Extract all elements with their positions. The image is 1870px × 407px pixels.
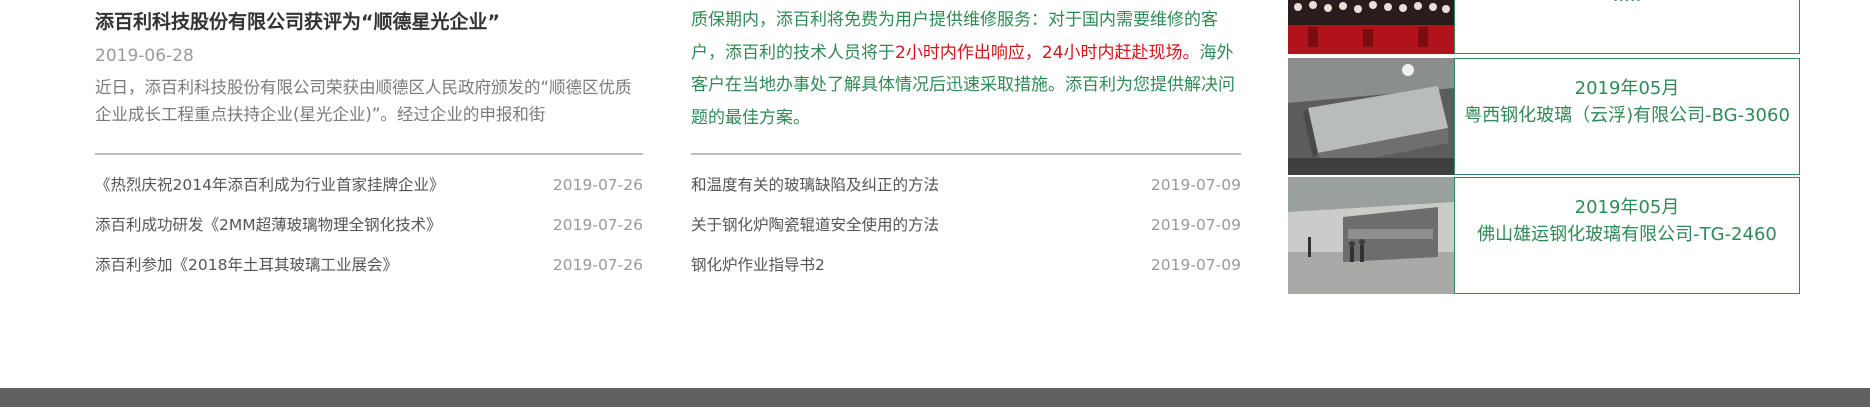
- factory-furnace-photo[interactable]: [1288, 58, 1454, 175]
- news-item-date: 2019-07-26: [552, 216, 643, 234]
- case-name[interactable]: 粤西钢化玻璃（云浮)有限公司-BG-3060: [1455, 103, 1799, 129]
- featured-news-title[interactable]: 添百利科技股份有限公司获评为“顺德星光企业”: [95, 8, 643, 36]
- service-description: 质保期内，添百利将免费为用户提供维修服务：对于国内需要维修的客户，添百利的技术人…: [691, 4, 1241, 134]
- list-item[interactable]: 添百利参加《2018年土耳其玻璃工业展会》 2019-07-26: [95, 253, 643, 293]
- service-item-title[interactable]: 钢化炉作业指导书2: [691, 253, 825, 277]
- news-item-date: 2019-07-26: [552, 176, 643, 194]
- list-item[interactable]: 《热烈庆祝2014年添百利成为行业首家挂牌企业》 2019-07-26: [95, 173, 643, 213]
- service-item-title[interactable]: 关于钢化炉陶瓷辊道安全使用的方法: [691, 213, 939, 237]
- case-info[interactable]: 2019年05月 粤西钢化玻璃（云浮)有限公司-BG-3060: [1454, 58, 1800, 175]
- news-item-title[interactable]: 添百利成功研发《2MM超薄玻璃物理全钢化技术》: [95, 213, 442, 237]
- featured-news-date: 2019-06-28: [95, 46, 194, 66]
- event-stage-photo[interactable]: [1288, 0, 1454, 54]
- service-divider: [691, 153, 1241, 155]
- news-item-date: 2019-07-26: [552, 256, 643, 274]
- service-item-date: 2019-07-09: [1150, 256, 1241, 274]
- news-divider: [95, 153, 643, 155]
- list-item[interactable]: 添百利成功研发《2MM超薄玻璃物理全钢化技术》 2019-07-26: [95, 213, 643, 253]
- case-info[interactable]: 2019年05月 佛山雄运钢化玻璃有限公司-TG-2460: [1454, 177, 1800, 294]
- list-item[interactable]: 钢化炉作业指导书2 2019-07-09: [691, 253, 1241, 293]
- case-card-partial[interactable]: ·····: [1288, 0, 1800, 54]
- featured-news-summary: 近日，添百利科技股份有限公司荣获由顺德区人民政府颁发的“顺德区优质企业成长工程重…: [95, 78, 632, 124]
- case-info[interactable]: ·····: [1454, 0, 1800, 54]
- case-card[interactable]: 2019年05月 粤西钢化玻璃（云浮)有限公司-BG-3060: [1288, 58, 1800, 175]
- footer-bar: [0, 388, 1870, 407]
- case-date: 2019年05月: [1574, 78, 1680, 99]
- news-item-title[interactable]: 添百利参加《2018年土耳其玻璃工业展会》: [95, 253, 398, 277]
- news-list: 《热烈庆祝2014年添百利成为行业首家挂牌企业》 2019-07-26 添百利成…: [95, 173, 643, 293]
- factory-workshop-photo[interactable]: [1288, 177, 1454, 294]
- service-item-date: 2019-07-09: [1150, 216, 1241, 234]
- case-card[interactable]: 2019年05月 佛山雄运钢化玻璃有限公司-TG-2460: [1288, 177, 1800, 294]
- news-item-title[interactable]: 《热烈庆祝2014年添百利成为行业首家挂牌企业》: [95, 173, 444, 197]
- list-item[interactable]: 关于钢化炉陶瓷辊道安全使用的方法 2019-07-09: [691, 213, 1241, 253]
- case-partial-label: ·····: [1612, 0, 1642, 11]
- service-item-title[interactable]: 和温度有关的玻璃缺陷及纠正的方法: [691, 173, 939, 197]
- case-name[interactable]: 佛山雄运钢化玻璃有限公司-TG-2460: [1455, 222, 1799, 248]
- service-item-date: 2019-07-09: [1150, 176, 1241, 194]
- service-text-highlight: 2小时内作出响应，24小时内赶赴现场。: [895, 42, 1200, 63]
- list-item[interactable]: 和温度有关的玻璃缺陷及纠正的方法 2019-07-09: [691, 173, 1241, 213]
- service-list: 和温度有关的玻璃缺陷及纠正的方法 2019-07-09 关于钢化炉陶瓷辊道安全使…: [691, 173, 1241, 293]
- case-date: 2019年05月: [1574, 197, 1680, 218]
